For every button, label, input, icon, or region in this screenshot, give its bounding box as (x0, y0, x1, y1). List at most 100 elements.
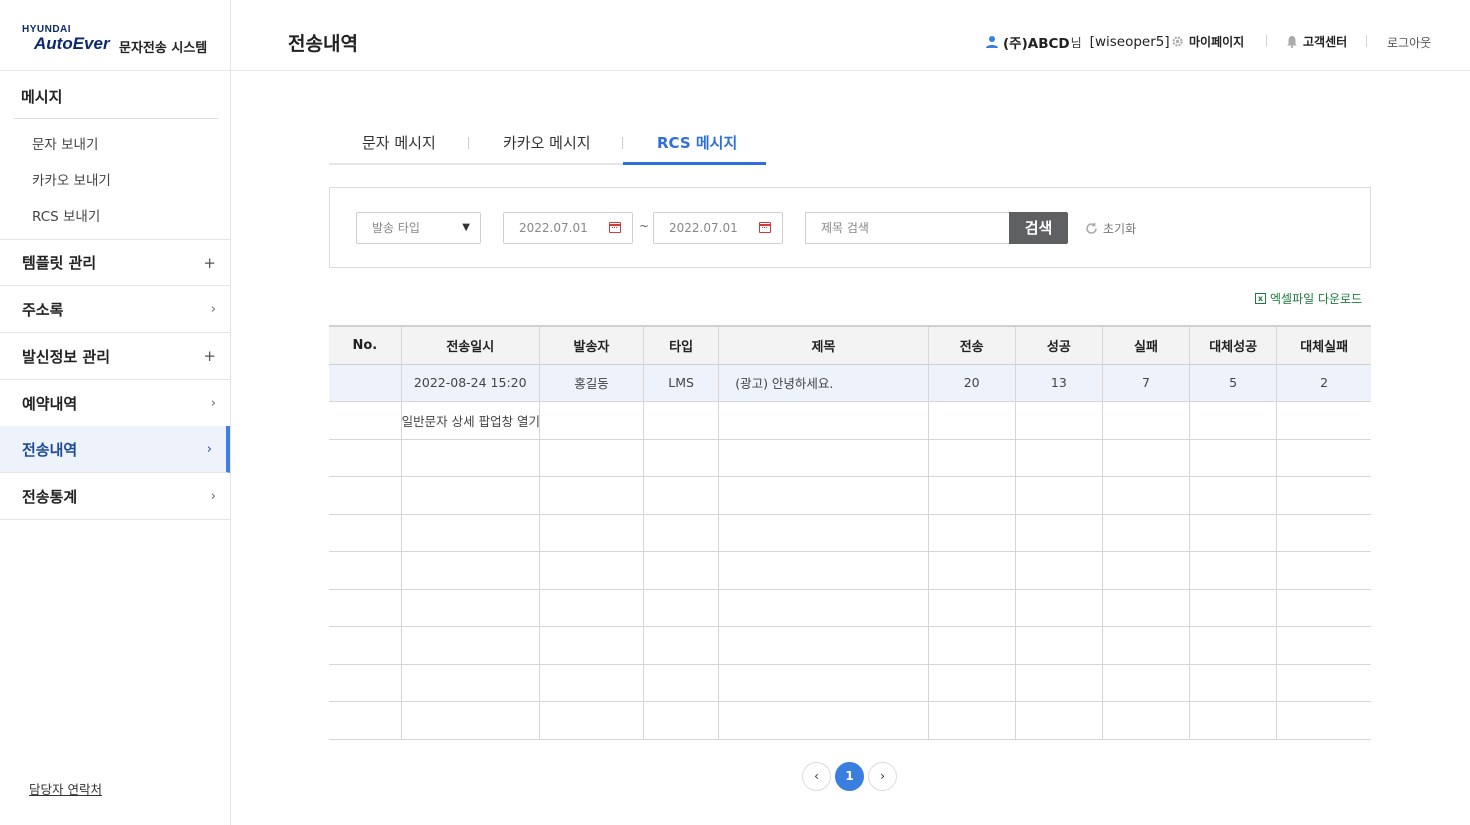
table-row (329, 626, 1371, 665)
sidebar-item-reservations[interactable]: 예약내역 › (0, 380, 230, 427)
tab-kakao[interactable]: 카카오 메시지 (503, 132, 591, 153)
cell-alt-fail[interactable]: 2 (1276, 364, 1371, 402)
next-page-button[interactable]: › (868, 762, 897, 791)
table-row (329, 476, 1371, 515)
column-header: 대체실패 (1276, 325, 1371, 365)
table-cell (718, 514, 929, 552)
table-cell (1276, 476, 1371, 515)
search-button[interactable]: 검색 (1009, 212, 1068, 244)
table-cell (329, 551, 402, 590)
date-from-field[interactable]: 2022.07.01 (503, 212, 633, 244)
table-cell (400, 551, 540, 590)
menu-group-message: 메시지 (21, 88, 63, 106)
table-cell (643, 401, 719, 440)
sidebar-item-template[interactable]: 템플릿 관리 + (0, 239, 230, 286)
table-cell (329, 401, 402, 440)
date-to-field[interactable]: 2022.07.01 (653, 212, 783, 244)
sidebar-item-sender-info[interactable]: 발신정보 관리 + (0, 333, 230, 380)
reset-button[interactable]: 초기화 (1085, 220, 1136, 237)
sidebar-item-send-stats[interactable]: 전송통계 › (0, 473, 230, 520)
prev-page-button[interactable]: ‹ (802, 762, 831, 791)
cell-type: LMS (643, 364, 719, 402)
date-from-value: 2022.07.01 (519, 221, 588, 235)
chevron-right-icon: › (210, 301, 216, 317)
column-header: 전송 (927, 325, 1016, 365)
cell-alt-success[interactable]: 5 (1189, 364, 1277, 402)
sidebar-item-label: 템플릿 관리 (22, 254, 97, 272)
table-cell (1014, 664, 1103, 702)
table-cell (1014, 551, 1103, 590)
excel-download-link[interactable]: x 엑셀파일 다운로드 (1255, 290, 1362, 307)
sidebar-item-addressbook[interactable]: 주소록 › (0, 286, 230, 333)
submenu-send-rcs[interactable]: RCS 보내기 (32, 205, 100, 225)
table-cell (1189, 551, 1277, 590)
table-cell (718, 551, 929, 590)
logout-link[interactable]: 로그아웃 (1387, 34, 1431, 51)
date-range-separator: ~ (639, 219, 650, 233)
bell-icon (1287, 36, 1297, 48)
table-cell (927, 664, 1016, 702)
table-cell (718, 401, 929, 440)
table-cell (1101, 664, 1190, 702)
table-cell (718, 701, 929, 740)
table-cell (1189, 626, 1277, 665)
support-link[interactable]: 고객센터 (1286, 33, 1347, 50)
table-cell (329, 626, 402, 665)
tab-rcs[interactable]: RCS 메시지 (657, 132, 737, 153)
table-cell (1276, 589, 1371, 627)
table-cell (1276, 401, 1371, 440)
table-cell (1189, 701, 1277, 740)
sidebar: HYUNDAI AutoEver 문자전송 시스템 메시지 문자 보내기 카카오… (0, 0, 231, 825)
sidebar-item-label: 전송통계 (22, 487, 78, 506)
calendar-icon[interactable] (609, 222, 621, 233)
sidebar-item-send-history[interactable]: 전송내역 › (0, 426, 230, 473)
cell-fail[interactable]: 7 (1101, 364, 1190, 402)
tab-sms[interactable]: 문자 메시지 (362, 132, 436, 153)
table-row[interactable]: 2022-08-24 15:20 홍길동 LMS (광고) 안녕하세요. 20 … (329, 364, 1371, 402)
table-cell (329, 701, 402, 740)
table-cell (1101, 551, 1190, 590)
table-cell (538, 589, 644, 627)
column-header: 성공 (1014, 325, 1103, 365)
popup-link[interactable]: 일반문자 상세 팝업창 열기 (400, 401, 540, 440)
divider (0, 70, 230, 71)
table-row (329, 551, 1371, 590)
calendar-icon[interactable] (759, 222, 771, 233)
mypage-label: 마이페이지 (1189, 35, 1245, 49)
table-cell (400, 589, 540, 627)
divider (468, 137, 469, 149)
table-cell (1101, 626, 1190, 665)
title-search-input[interactable]: 제목 검색 (805, 212, 1010, 244)
table-cell (1189, 664, 1277, 702)
support-label: 고객센터 (1303, 35, 1348, 49)
table-cell (1276, 551, 1371, 590)
table-cell (927, 439, 1016, 477)
table-cell (1014, 626, 1103, 665)
cell-title[interactable]: (광고) 안녕하세요. (718, 364, 929, 402)
header: 전송내역 (주)ABCD 님 [wiseoper5] 마이페이지 고객센터 로그… (231, 0, 1470, 71)
send-type-value: 발송 타입 (372, 221, 420, 235)
table-cell (643, 476, 719, 515)
page-number-1[interactable]: 1 (835, 762, 864, 791)
table-cell (1101, 439, 1190, 477)
chevron-down-icon: ▼ (462, 222, 470, 233)
table-row (329, 589, 1371, 627)
column-header: 실패 (1101, 325, 1190, 365)
send-type-select[interactable]: 발송 타입 ▼ (356, 212, 481, 244)
contact-link[interactable]: 담당자 연락처 (29, 779, 102, 798)
table-cell (1014, 401, 1103, 440)
chevron-right-icon: › (210, 395, 216, 411)
table-cell (538, 401, 644, 440)
table-cell (538, 551, 644, 590)
table-cell (538, 664, 644, 702)
table-cell (538, 514, 644, 552)
table-cell (1101, 401, 1190, 440)
submenu-send-kakao[interactable]: 카카오 보내기 (32, 169, 111, 189)
table-cell (718, 664, 929, 702)
table-cell (927, 701, 1016, 740)
submenu-send-sms[interactable]: 문자 보내기 (32, 133, 98, 153)
table-cell (329, 476, 402, 515)
table-cell (718, 626, 929, 665)
mypage-link[interactable]: 마이페이지 (1171, 33, 1244, 50)
logo-brand-big: AutoEver (34, 34, 110, 53)
